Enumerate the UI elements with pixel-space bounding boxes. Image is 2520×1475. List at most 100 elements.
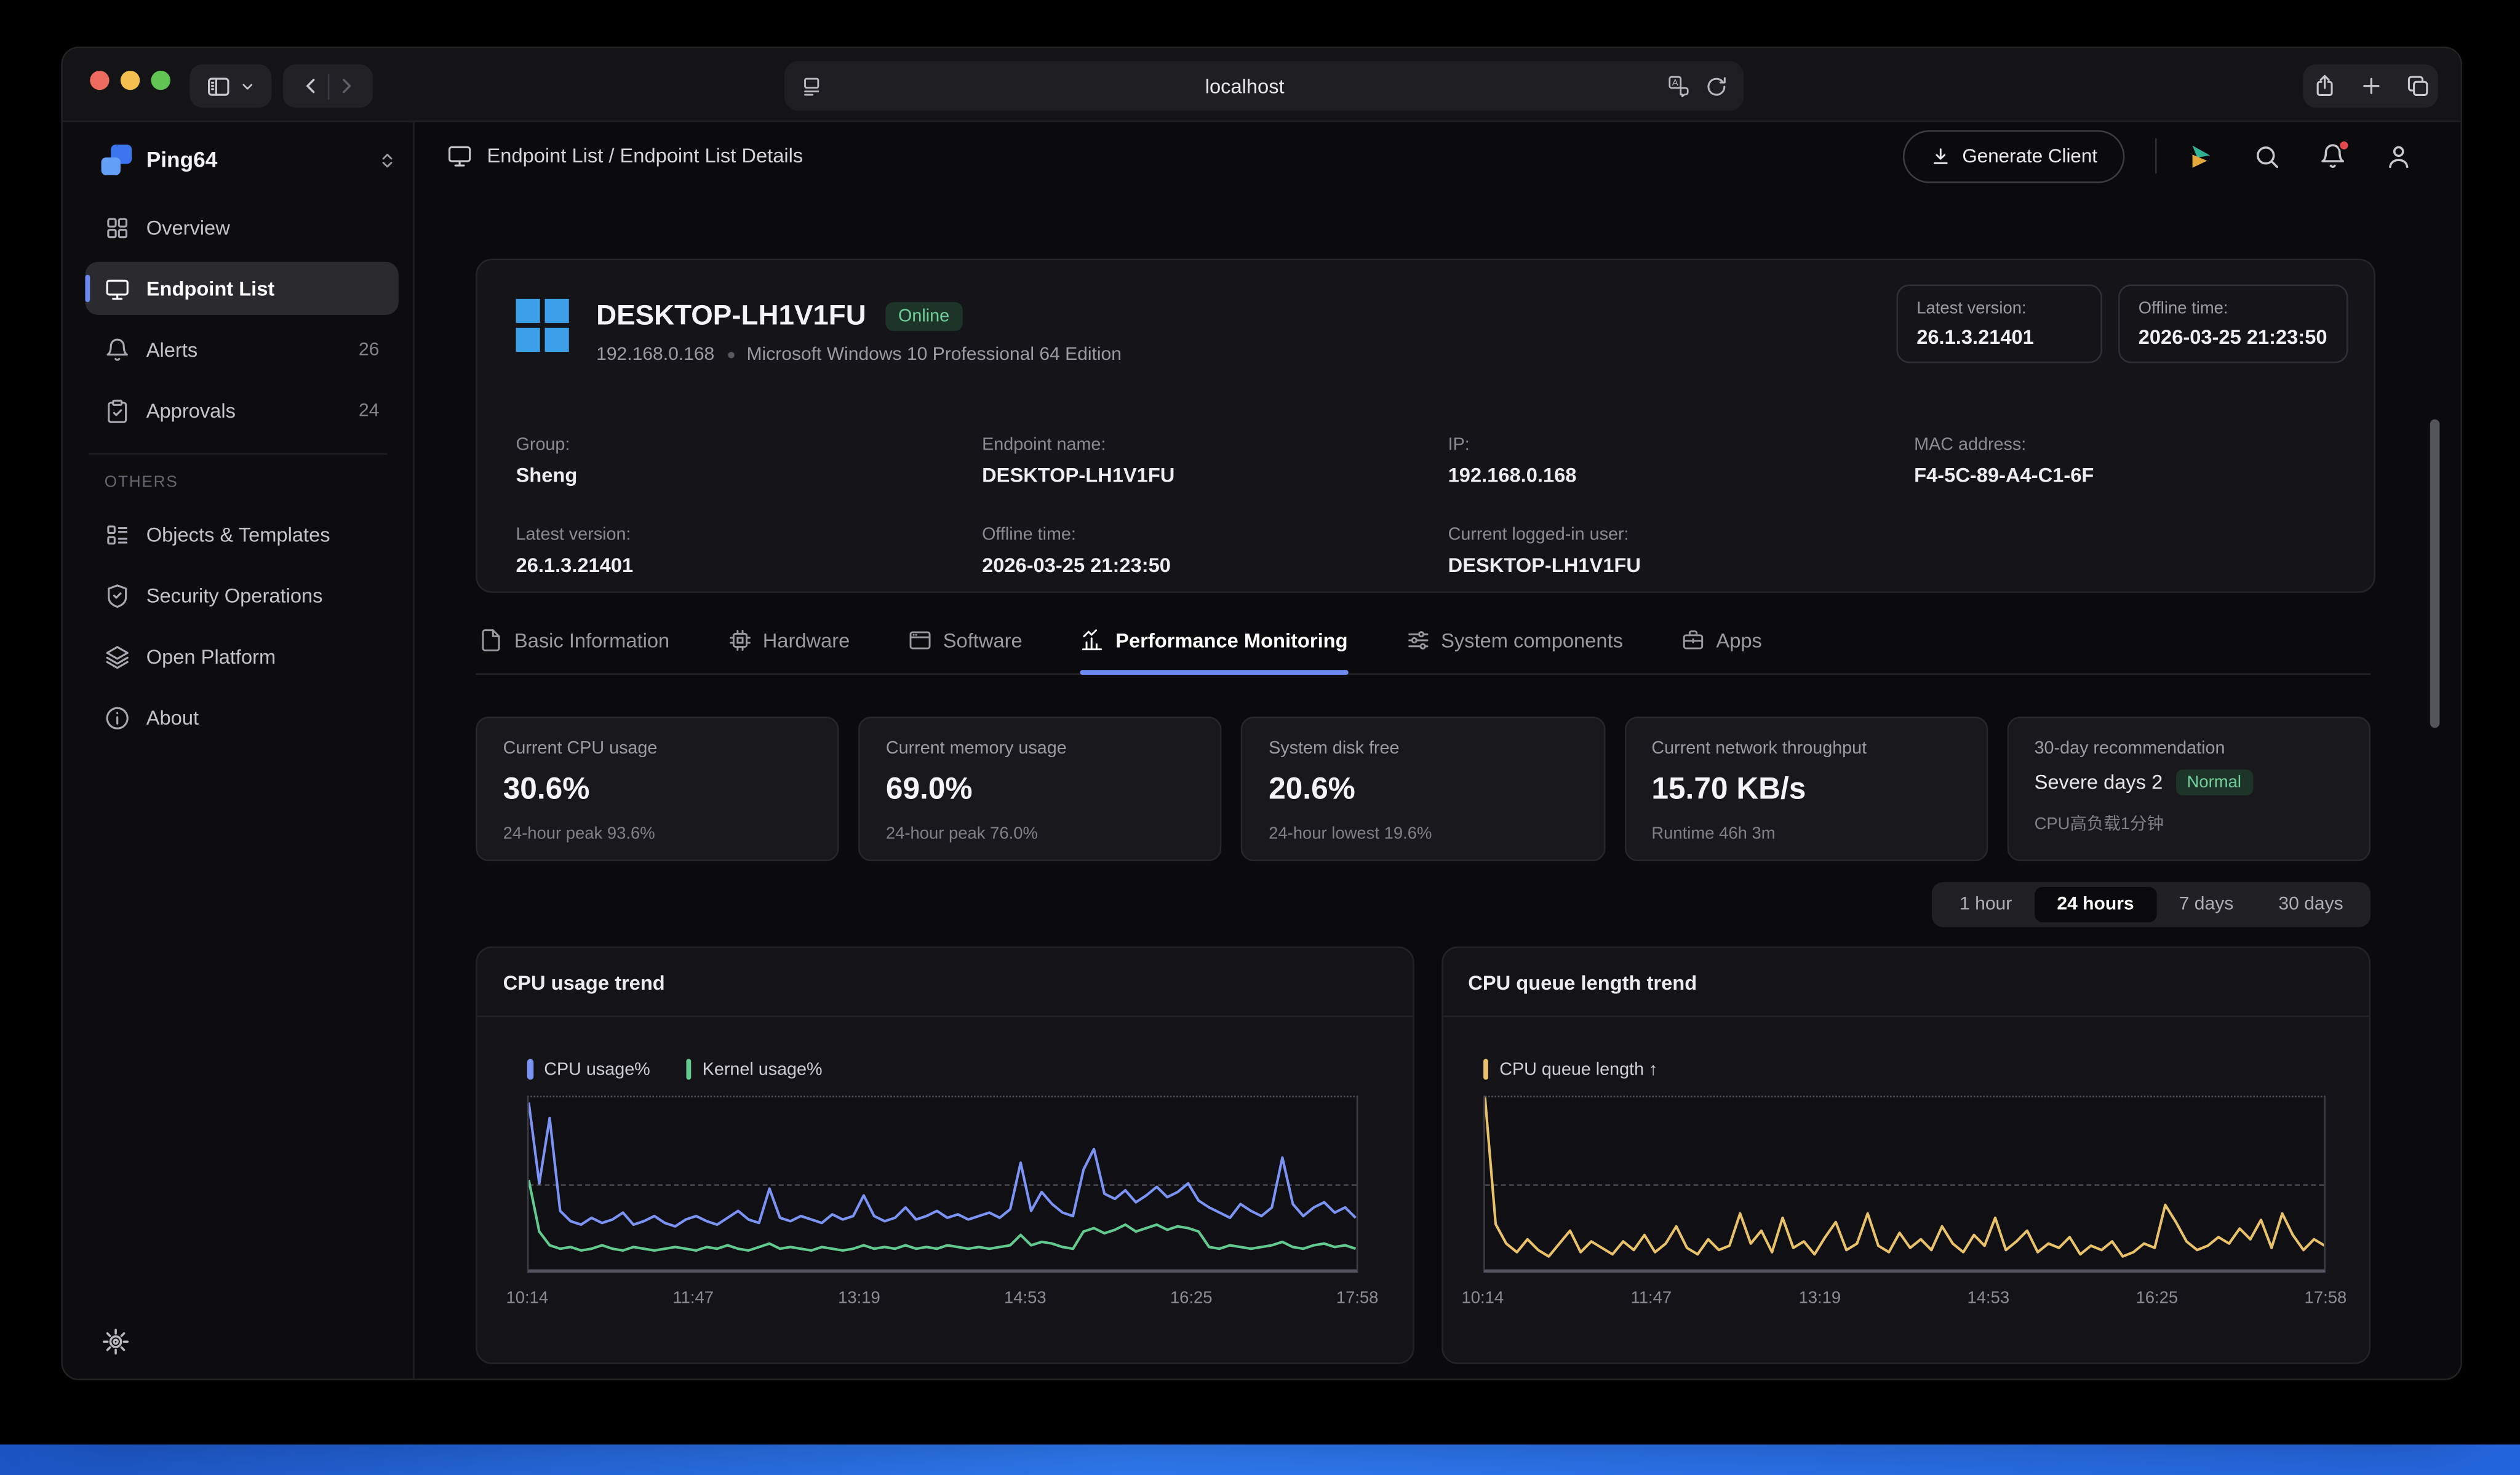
history-nav xyxy=(283,64,373,108)
sidebar-item-alerts[interactable]: Alerts 26 xyxy=(85,323,398,376)
sidebar: Ping64 Overview Endpoint List Alerts xyxy=(63,122,415,1379)
cpu-usage-plot[interactable] xyxy=(527,1096,1357,1273)
info-box-value: 2026-03-25 21:23:50 xyxy=(2139,326,2327,349)
settings-button[interactable] xyxy=(102,1327,130,1356)
device-summary-card: DESKTOP-LH1V1FU Online 192.168.0.168 Mic… xyxy=(476,259,2375,593)
breadcrumb[interactable]: Endpoint List / Endpoint List Details xyxy=(447,143,803,169)
divider xyxy=(327,73,329,99)
bell-icon xyxy=(105,336,130,362)
dot-separator xyxy=(727,352,733,358)
field-mac-address: MAC address:F4-5C-89-A4-C1-6F xyxy=(1914,435,2335,487)
reload-icon[interactable] xyxy=(1705,74,1728,97)
chevron-down-icon xyxy=(239,78,255,94)
minimize-button[interactable] xyxy=(121,71,140,90)
sidebar-item-label: Approvals xyxy=(146,399,359,422)
series-line xyxy=(1484,1097,2324,1257)
new-tab-icon[interactable] xyxy=(2358,74,2382,98)
stat-value: 30.6% xyxy=(503,773,812,808)
x-axis-label: 11:47 xyxy=(672,1289,714,1308)
charts-row: CPU usage trend CPU usage% Kernel usage% xyxy=(476,947,2370,1364)
up-down-chevron-icon[interactable] xyxy=(378,150,397,169)
sidebar-item-open-platform[interactable]: Open Platform xyxy=(85,630,398,683)
tab-label: Basic Information xyxy=(514,629,669,652)
legend-marker xyxy=(527,1059,533,1079)
field-latest-version: Latest version:26.1.3.21401 xyxy=(516,525,983,577)
screen: localhost A Ping64 xyxy=(0,0,2520,1475)
sidebar-section-label: OTHERS xyxy=(105,474,413,492)
cpu-queue-plot[interactable] xyxy=(1483,1096,2326,1273)
bar-chart-icon xyxy=(1080,628,1104,652)
tab-label: Apps xyxy=(1716,629,1761,652)
generate-client-button[interactable]: Generate Client xyxy=(1903,129,2125,182)
app-name: Ping64 xyxy=(146,148,378,172)
list-squares-icon xyxy=(105,522,130,547)
chart-title: CPU usage trend xyxy=(477,948,1412,1017)
app-logo-icon[interactable] xyxy=(2187,142,2214,169)
info-box-label: Offline time: xyxy=(2139,299,2327,318)
field-logged-in-user: Current logged-in user:DESKTOP-LH1V1FU xyxy=(1448,525,1915,577)
stat-title: 30-day recommendation xyxy=(2035,739,2343,758)
legend-item[interactable]: Kernel usage% xyxy=(685,1059,822,1079)
stat-sub: 24-hour peak 93.6% xyxy=(503,824,812,843)
sidebar-item-overview[interactable]: Overview xyxy=(85,201,398,254)
page-header: Endpoint List / Endpoint List Details Ge… xyxy=(415,122,2460,190)
tab-system-components[interactable]: System components xyxy=(1406,628,1623,673)
x-axis-label: 14:53 xyxy=(1004,1289,1047,1308)
share-icon[interactable] xyxy=(2312,74,2336,98)
close-button[interactable] xyxy=(90,71,109,90)
legend-label: CPU queue length ↑ xyxy=(1499,1060,1657,1079)
range-7-days[interactable]: 7 days xyxy=(2156,887,2256,922)
zoom-button[interactable] xyxy=(151,71,170,90)
device-fields-grid: Group:Sheng Endpoint name:DESKTOP-LH1V1F… xyxy=(516,365,2335,577)
forward-icon[interactable] xyxy=(335,76,356,97)
tab-overview-icon[interactable] xyxy=(2405,74,2429,98)
chart-legend: CPU queue length ↑ xyxy=(1483,1059,2326,1079)
tab-performance-monitoring[interactable]: Performance Monitoring xyxy=(1080,628,1348,673)
sidebar-item-endpoint-list[interactable]: Endpoint List xyxy=(85,262,398,315)
tab-hardware[interactable]: Hardware xyxy=(727,628,850,673)
legend-item[interactable]: CPU usage% xyxy=(527,1059,650,1079)
range-1-hour[interactable]: 1 hour xyxy=(1937,887,2034,922)
range-30-days[interactable]: 30 days xyxy=(2256,887,2366,922)
notifications-bell-icon[interactable] xyxy=(2319,142,2346,169)
device-name: DESKTOP-LH1V1FU xyxy=(596,299,866,333)
url-text: localhost xyxy=(823,74,1666,97)
sidebar-item-badge: 26 xyxy=(359,340,379,359)
legend-item[interactable]: CPU queue length ↑ xyxy=(1483,1059,1658,1079)
user-icon[interactable] xyxy=(2385,142,2412,169)
field-group: Group:Sheng xyxy=(516,435,983,487)
stat-title: Current network throughput xyxy=(1651,739,1960,758)
app-shell: Ping64 Overview Endpoint List Alerts xyxy=(63,122,2460,1379)
sidebar-item-label: Open Platform xyxy=(146,645,380,668)
back-icon[interactable] xyxy=(300,76,321,97)
scrollbar[interactable] xyxy=(2430,419,2440,728)
workspace-switcher[interactable]: Ping64 xyxy=(102,145,397,175)
tab-apps[interactable]: Apps xyxy=(1681,628,1762,673)
tab-label: Performance Monitoring xyxy=(1115,629,1347,652)
translate-icon[interactable]: A xyxy=(1667,74,1691,98)
address-bar[interactable]: localhost A xyxy=(784,61,1744,111)
sidebar-item-approvals[interactable]: Approvals 24 xyxy=(85,384,398,437)
sidebar-item-objects-templates[interactable]: Objects & Templates xyxy=(85,507,398,560)
device-os: Microsoft Windows 10 Professional 64 Edi… xyxy=(747,346,1122,365)
range-24-hours[interactable]: 24 hours xyxy=(2035,887,2156,922)
browser-titlebar: localhost A xyxy=(63,48,2460,122)
sidebar-item-about[interactable]: About xyxy=(85,691,398,744)
x-axis-label: 11:47 xyxy=(1630,1289,1672,1308)
search-icon[interactable] xyxy=(2253,142,2280,169)
sidebar-toggle-button[interactable] xyxy=(189,64,271,108)
layers-icon xyxy=(105,643,130,669)
sidebar-item-security-operations[interactable]: Security Operations xyxy=(85,569,398,622)
windows-logo-icon xyxy=(516,299,569,352)
stat-disk-free: System disk free 20.6% 24-hour lowest 19… xyxy=(1242,717,1605,861)
reader-icon[interactable] xyxy=(800,74,823,97)
tab-label: Hardware xyxy=(763,629,850,652)
stat-value: 69.0% xyxy=(886,773,1195,808)
x-axis-label: 16:25 xyxy=(1170,1289,1213,1308)
tab-software[interactable]: Software xyxy=(907,628,1022,673)
tab-basic-information[interactable]: Basic Information xyxy=(479,628,669,673)
cpu-icon xyxy=(727,628,751,652)
ping64-logo-icon xyxy=(102,145,132,175)
x-axis-labels: 10:1411:4713:1914:5316:2517:58 xyxy=(527,1289,1357,1311)
x-axis-label: 16:25 xyxy=(2136,1289,2179,1308)
